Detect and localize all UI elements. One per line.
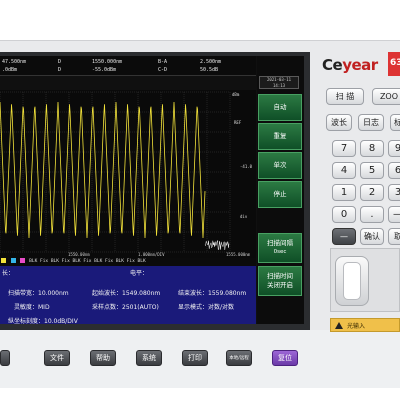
wavelength-button[interactable]: 波长 <box>326 114 352 131</box>
header-value: -55.0dBm <box>92 67 117 73</box>
key-5[interactable]: 5 <box>360 162 384 179</box>
legend-swatch <box>1 258 6 263</box>
softkey-column: 2021-03-11 14:13 自动 重复 单次 停止 扫描间隔 0sec 扫… <box>257 56 304 324</box>
key-8[interactable]: 8 <box>360 140 384 157</box>
softkey-single[interactable]: 单次 <box>258 152 302 179</box>
softkey-sweep-interval[interactable]: 扫描间隔 0sec <box>258 233 302 263</box>
header-value: 47.500nm <box>2 59 27 65</box>
x-div-label: 1.000nm/DIV <box>138 252 165 257</box>
model-badge: 63 <box>388 52 400 76</box>
div-label: div <box>240 214 248 219</box>
brand-logo: Ceyear <box>322 56 378 74</box>
zoom-button[interactable]: ZOO <box>372 88 400 105</box>
file-button[interactable]: 文件 <box>44 350 70 366</box>
softkey-label: 扫描时间 <box>267 272 293 280</box>
mark-button[interactable]: 标 <box>390 114 400 131</box>
x-start-label: 1550.00nm <box>68 252 90 257</box>
noise-floor <box>204 240 230 251</box>
softkey-value: 0sec <box>273 249 287 255</box>
softkey-label: 自动 <box>273 103 287 111</box>
softkey-label: 停止 <box>273 190 287 198</box>
wavelength-label: 长： <box>2 270 15 277</box>
key-9[interactable]: 9 <box>388 140 400 157</box>
header-value: 50.5dB <box>200 67 219 73</box>
reset-button[interactable]: 复位 <box>272 350 298 366</box>
header-value: C-D <box>158 67 168 73</box>
x-end-label: 1555.000nm <box>226 252 251 257</box>
softkey-sweep-time[interactable]: 扫描时间 关闭开启 <box>258 266 302 296</box>
vertical-scale: 纵坐标刻度：10.0dB/DIV <box>8 318 78 324</box>
softkey-label: 单次 <box>273 161 287 169</box>
end-wavelength: 结束波长：1559.080nm <box>178 290 247 297</box>
key-3[interactable]: 3 <box>388 184 400 201</box>
start-wavelength: 起始波长：1549.080nm <box>92 290 161 297</box>
header-value: .0dBm <box>2 67 18 73</box>
print-button[interactable]: 打印 <box>182 350 208 366</box>
legend-swatch <box>10 258 16 263</box>
softkey-repeat[interactable]: 重复 <box>258 123 302 150</box>
header-value: D <box>58 59 62 65</box>
key-1[interactable]: 1 <box>332 184 356 201</box>
settings-panel: 长： 电平： 扫描带宽：10.000nm 起始波长：1549.080nm 结束波… <box>0 266 256 324</box>
confirm-button[interactable]: 确认 <box>360 228 384 245</box>
cancel-button[interactable]: 取 <box>388 228 400 245</box>
softkey-stop[interactable]: 停止 <box>258 181 302 208</box>
log-button[interactable]: 日志 <box>358 114 384 131</box>
marker-header: 47.500nm D 1550.000nm B-A 2.500nm .0dBm … <box>0 56 256 76</box>
key-dash[interactable]: — <box>388 206 400 223</box>
key-2[interactable]: 2 <box>360 184 384 201</box>
sample-points: 采样点数：2501(AUTO) <box>92 304 159 311</box>
warning-icon <box>335 321 343 329</box>
header-value: B-A <box>158 59 168 65</box>
key-0[interactable]: 0 <box>332 206 356 223</box>
scan-button[interactable]: 扫 描 <box>326 88 364 105</box>
legend-text: BLK Fix BLK Fix BLK Fix BLK Fix BLK Fix … <box>29 259 146 264</box>
optical-input-warning: 光输入 <box>330 318 400 332</box>
system-button[interactable]: 系统 <box>136 350 162 366</box>
header-value: 2.500nm <box>200 59 222 65</box>
softkey-auto[interactable]: 自动 <box>258 94 302 121</box>
ref-label: REF <box>234 120 242 125</box>
port-cover-icon <box>343 262 361 300</box>
key-dot[interactable]: . <box>360 206 384 223</box>
chassis-lip <box>0 388 400 400</box>
softkey-label: 扫描间隔 <box>267 239 293 247</box>
softkey-label: 重复 <box>273 132 287 140</box>
spectrum-trace <box>0 101 206 239</box>
help-button[interactable]: 帮助 <box>90 350 116 366</box>
key-4[interactable]: 4 <box>332 162 356 179</box>
level-label: 电平： <box>130 270 149 277</box>
header-value: 1550.000nm <box>92 59 123 65</box>
header-value: D <box>58 67 62 73</box>
scan-bandwidth: 扫描带宽：10.000nm <box>8 290 69 297</box>
display-mode: 显示模式：对数/对数 <box>178 304 235 311</box>
key-7[interactable]: 7 <box>332 140 356 157</box>
key-6[interactable]: 6 <box>388 162 400 179</box>
legend-swatch <box>20 258 26 263</box>
sensitivity: 灵敏度：MID <box>14 304 50 311</box>
display-screen: 47.500nm D 1550.000nm B-A 2.500nm .0dBm … <box>0 56 304 324</box>
softkey-label: 关闭开启 <box>267 281 293 289</box>
key-minus[interactable]: — <box>332 228 356 245</box>
level-label: -41.0 <box>240 164 253 169</box>
time: 14:13 <box>272 83 286 88</box>
power-button-partial[interactable] <box>0 350 10 366</box>
datetime-box: 2021-03-11 14:13 <box>259 76 299 89</box>
local-remote-button[interactable]: 本地/远程 <box>226 350 252 366</box>
axis-unit-label: dBm <box>232 92 240 97</box>
